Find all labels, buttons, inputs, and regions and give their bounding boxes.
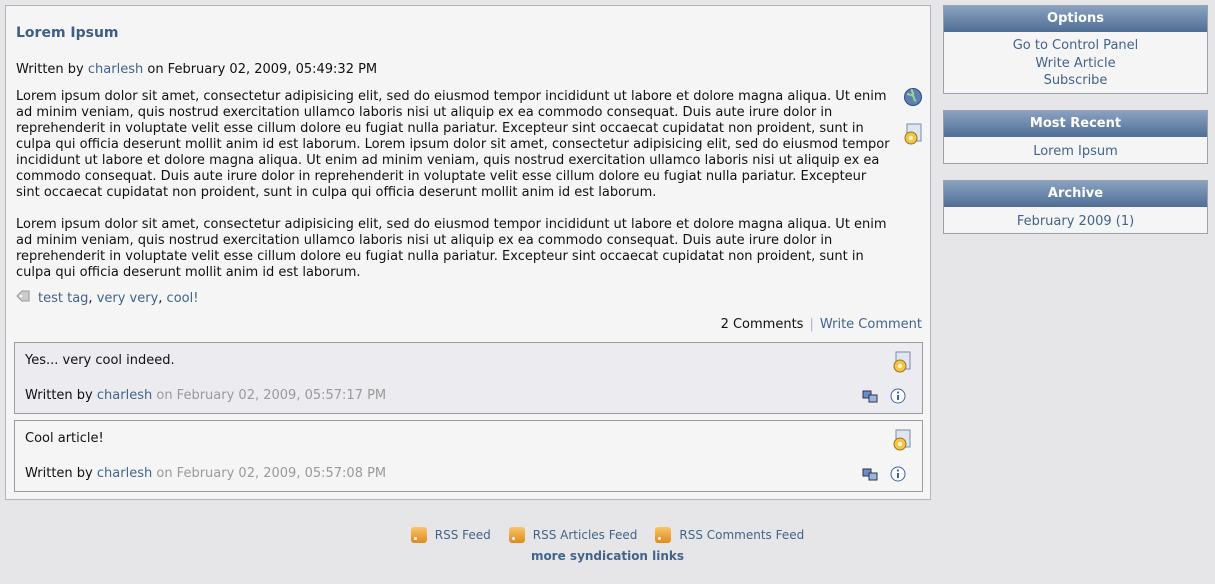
control-panel-link[interactable]: Go to Control Panel <box>1013 38 1139 53</box>
options-box: Options Go to Control Panel Write Articl… <box>943 5 1208 94</box>
article-panel: Lorem Ipsum Written by charlesh on Febru… <box>5 5 931 500</box>
info-icon[interactable] <box>890 466 906 486</box>
footer: RSS Feed RSS Articles Feed RSS Comments … <box>0 527 1215 563</box>
written-by-label: Written by <box>16 62 84 77</box>
comment-item: Cool article! Written by charlesh on Feb… <box>14 420 923 492</box>
comment-text: Yes... very cool indeed. <box>25 353 175 368</box>
rss-icon <box>410 527 427 543</box>
rss-feed-link[interactable]: RSS Feed <box>435 528 491 542</box>
edit-article-icon[interactable] <box>903 123 923 149</box>
edit-comment-icon[interactable] <box>892 429 912 455</box>
comment-date: on February 02, 2009, 05:57:08 PM <box>156 466 387 481</box>
options-header: Options <box>944 6 1207 32</box>
recent-article-link[interactable]: Lorem Ipsum <box>1033 144 1118 159</box>
article-title[interactable]: Lorem Ipsum <box>16 25 119 41</box>
network-icon[interactable] <box>862 388 878 408</box>
comment-text: Cool article! <box>25 431 104 446</box>
globe-icon[interactable] <box>903 87 923 111</box>
most-recent-header: Most Recent <box>944 111 1207 137</box>
network-icon[interactable] <box>862 466 878 486</box>
rss-icon <box>508 527 525 543</box>
subscribe-link[interactable]: Subscribe <box>1044 73 1108 88</box>
comment-date: on February 02, 2009, 05:57:17 PM <box>156 388 387 403</box>
comments-bar: 2 Comments | Write Comment <box>720 317 922 332</box>
archive-header: Archive <box>944 181 1207 207</box>
tag-icon <box>16 290 30 306</box>
tag-link[interactable]: test tag <box>38 291 88 306</box>
tag-link[interactable]: very very <box>97 291 159 306</box>
written-by-label: Written by <box>25 466 93 481</box>
article-byline: Written by charlesh on February 02, 2009… <box>16 62 377 77</box>
comment-author-link[interactable]: charlesh <box>97 466 152 481</box>
comments-count: 2 Comments <box>720 317 804 332</box>
edit-comment-icon[interactable] <box>892 351 912 377</box>
written-by-label: Written by <box>25 388 93 403</box>
write-article-link[interactable]: Write Article <box>1035 56 1115 71</box>
comment-item: Yes... very cool indeed. Written by char… <box>14 342 923 414</box>
comment-byline: Written by charlesh on February 02, 2009… <box>25 388 386 403</box>
tag-link[interactable]: cool! <box>167 291 199 306</box>
most-recent-box: Most Recent Lorem Ipsum <box>943 110 1208 164</box>
article-date: on February 02, 2009, 05:49:32 PM <box>147 62 378 77</box>
info-icon[interactable] <box>890 388 906 408</box>
article-paragraph: Lorem ipsum dolor sit amet, consectetur … <box>16 89 890 200</box>
comment-byline: Written by charlesh on February 02, 2009… <box>25 466 386 481</box>
write-comment-link[interactable]: Write Comment <box>820 317 922 332</box>
rss-comments-feed-link[interactable]: RSS Comments Feed <box>679 528 804 542</box>
article-paragraph: Lorem ipsum dolor sit amet, consectetur … <box>16 217 887 280</box>
archive-box: Archive February 2009 (1) <box>943 180 1208 234</box>
tag-list: test tag, very very, cool! <box>16 290 198 306</box>
rss-icon <box>655 527 672 543</box>
rss-articles-feed-link[interactable]: RSS Articles Feed <box>533 528 638 542</box>
comment-author-link[interactable]: charlesh <box>97 388 152 403</box>
author-link[interactable]: charlesh <box>88 62 143 77</box>
archive-month-link[interactable]: February 2009 (1) <box>1017 214 1134 229</box>
more-syndication-link[interactable]: more syndication links <box>531 549 684 563</box>
article-body: Lorem ipsum dolor sit amet, consectetur … <box>16 89 892 297</box>
